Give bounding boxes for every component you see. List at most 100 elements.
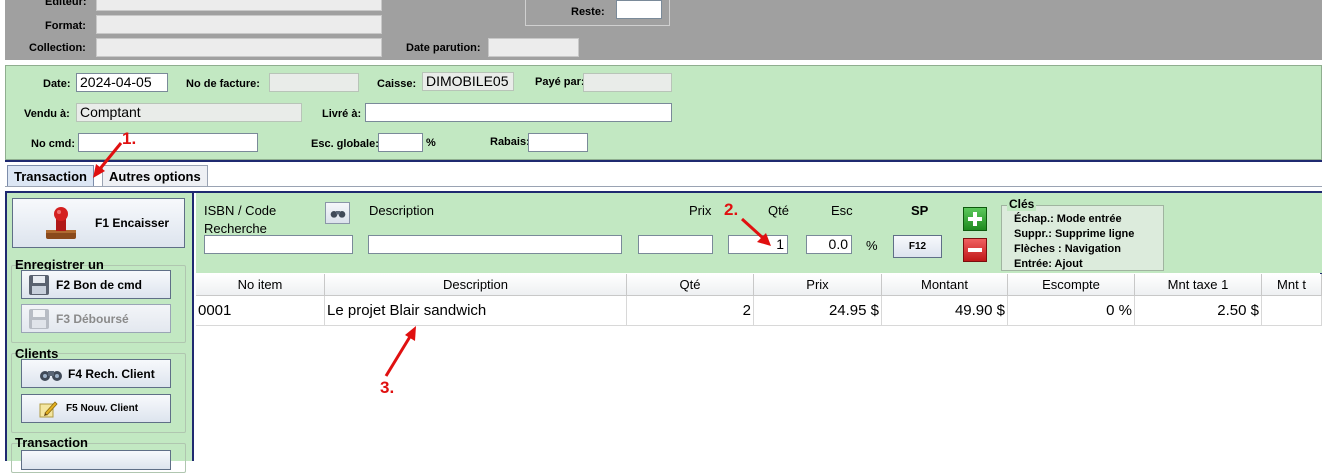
column-header-taxe2[interactable]: Mnt t	[1262, 274, 1322, 296]
key-hint: Entrée: Ajout	[1014, 258, 1083, 270]
date-parution-field[interactable]	[488, 38, 579, 57]
column-header-qte[interactable]: Qté	[627, 274, 754, 296]
minus-icon	[968, 248, 982, 252]
plus-icon	[968, 212, 982, 226]
reste-label: Reste:	[571, 6, 605, 18]
transaction-button[interactable]	[21, 450, 171, 470]
encaisser-label: F1 Encaisser	[95, 216, 170, 230]
cell-qte[interactable]: 2	[627, 296, 754, 326]
column-header-montant[interactable]: Montant	[882, 274, 1008, 296]
description-header: Description	[369, 203, 435, 218]
add-line-button[interactable]	[963, 207, 987, 231]
panel-divider	[5, 160, 1322, 162]
tab-autres-options[interactable]: Autres options	[102, 165, 208, 186]
annotation-3: 3.	[380, 378, 395, 397]
tab-transaction[interactable]: Transaction	[7, 165, 94, 186]
esc-input[interactable]: 0.0	[806, 235, 852, 254]
caisse-field: DIMOBILE05	[422, 72, 514, 91]
transaction-title: Transaction	[15, 435, 88, 450]
stamp-icon	[46, 207, 76, 239]
edit-pencil-icon	[39, 400, 58, 417]
floppy-disk-icon	[29, 274, 49, 295]
qte-input[interactable]: 1	[728, 235, 788, 254]
description-input[interactable]	[368, 235, 622, 254]
debourse-label: F3 Déboursé	[56, 311, 129, 326]
nouv-client-button[interactable]: F5 Nouv. Client	[21, 394, 171, 423]
livre-label: Livré à:	[322, 108, 362, 120]
bon-cmd-label: F2 Bon de cmd	[56, 277, 143, 292]
column-header-description[interactable]: Description	[325, 274, 627, 296]
collection-label: Collection:	[29, 42, 86, 54]
rabais-label: Rabais:	[490, 136, 530, 148]
no-facture-field[interactable]	[269, 73, 359, 92]
nouv-client-label: F5 Nouv. Client	[66, 403, 139, 414]
annotation-arrow-3	[384, 326, 416, 377]
collection-field[interactable]	[96, 38, 382, 57]
key-hint: Échap.: Mode entrée	[1014, 213, 1122, 225]
binoculars-icon	[40, 370, 62, 381]
esc-header: Esc	[831, 203, 853, 218]
livre-field[interactable]	[365, 103, 672, 122]
sp-header: SP	[911, 203, 929, 218]
annotation-2: 2.	[724, 200, 739, 219]
reste-field[interactable]	[616, 0, 662, 19]
editeur-label: Éditeur:	[45, 0, 87, 8]
binoculars-icon	[330, 211, 346, 218]
column-header-prix[interactable]: Prix	[754, 274, 882, 296]
rech-client-button[interactable]: F4 Rech. Client	[21, 359, 171, 388]
cell-no-item[interactable]: 0001	[196, 296, 325, 326]
book-info-panel: Éditeur: Format: Collection: Reste: Date…	[5, 0, 1322, 60]
date-label: Date:	[43, 78, 71, 90]
no-cmd-label: No cmd:	[31, 138, 75, 150]
paye-par-field[interactable]	[583, 73, 672, 92]
recherche-label: Recherche	[204, 221, 267, 236]
encaisser-button[interactable]: F1 Encaisser	[12, 198, 185, 248]
rech-client-label: F4 Rech. Client	[68, 366, 155, 381]
cell-escompte[interactable]: 0 %	[1008, 296, 1135, 326]
cell-taxe2[interactable]	[1262, 296, 1322, 326]
cell-description[interactable]: Le projet Blair sandwich	[325, 296, 627, 326]
no-facture-label: No de facture:	[186, 78, 260, 90]
esc-globale-field[interactable]	[378, 133, 423, 152]
format-field[interactable]	[96, 15, 382, 34]
keys-lines: Échap.: Mode entrée Suppr.: Supprime lig…	[1014, 212, 1134, 272]
caisse-label: Caisse:	[377, 78, 417, 90]
column-header-no-item[interactable]: No item	[196, 274, 325, 296]
column-header-taxe1[interactable]: Mnt taxe 1	[1135, 274, 1262, 296]
items-table[interactable]: No item Description Qté Prix Montant Esc…	[196, 274, 1322, 461]
annotation-1: 1.	[122, 129, 137, 148]
isbn-input[interactable]	[204, 235, 353, 254]
no-cmd-field[interactable]	[78, 133, 258, 152]
keys-title: Clés	[1007, 197, 1037, 211]
date-parution-label: Date parution:	[406, 42, 481, 54]
editeur-field[interactable]	[96, 0, 382, 11]
cell-taxe1[interactable]: 2.50 $	[1135, 296, 1262, 326]
remove-line-button[interactable]	[963, 238, 987, 262]
prix-input[interactable]	[638, 235, 713, 254]
vendu-field[interactable]: Comptant	[76, 103, 302, 122]
rabais-field[interactable]	[528, 133, 588, 152]
floppy-disk-icon	[29, 308, 49, 329]
vendu-label: Vendu à:	[24, 108, 70, 120]
tab-strip-line	[5, 186, 1322, 187]
esc-percent: %	[866, 238, 878, 253]
format-label: Format:	[45, 20, 86, 32]
key-hint: Suppr.: Supprime ligne	[1014, 228, 1135, 240]
search-binoculars-button[interactable]	[325, 202, 350, 224]
isbn-label: ISBN / Code	[204, 203, 277, 218]
key-hint: Flèches : Navigation	[1014, 243, 1121, 255]
debourse-button[interactable]: F3 Déboursé	[21, 304, 171, 333]
keys-legend: Clés Échap.: Mode entrée Suppr.: Supprim…	[1001, 197, 1164, 272]
cell-montant[interactable]: 49.90 $	[882, 296, 1008, 326]
bon-cmd-button[interactable]: F2 Bon de cmd	[21, 270, 171, 299]
date-field[interactable]: 2024-04-05	[76, 73, 168, 92]
invoice-panel: Date: 2024-04-05 No de facture: Caisse: …	[5, 65, 1322, 160]
action-panel: F1 Encaisser Enregistrer un F2 Bon de cm…	[7, 193, 194, 473]
esc-globale-label: Esc. globale:	[311, 138, 379, 150]
f12-button[interactable]: F12	[893, 235, 942, 258]
esc-globale-percent: %	[426, 137, 436, 149]
qte-header: Qté	[768, 203, 789, 218]
cell-prix[interactable]: 24.95 $	[754, 296, 882, 326]
paye-par-label: Payé par:	[535, 76, 585, 88]
column-header-escompte[interactable]: Escompte	[1008, 274, 1135, 296]
